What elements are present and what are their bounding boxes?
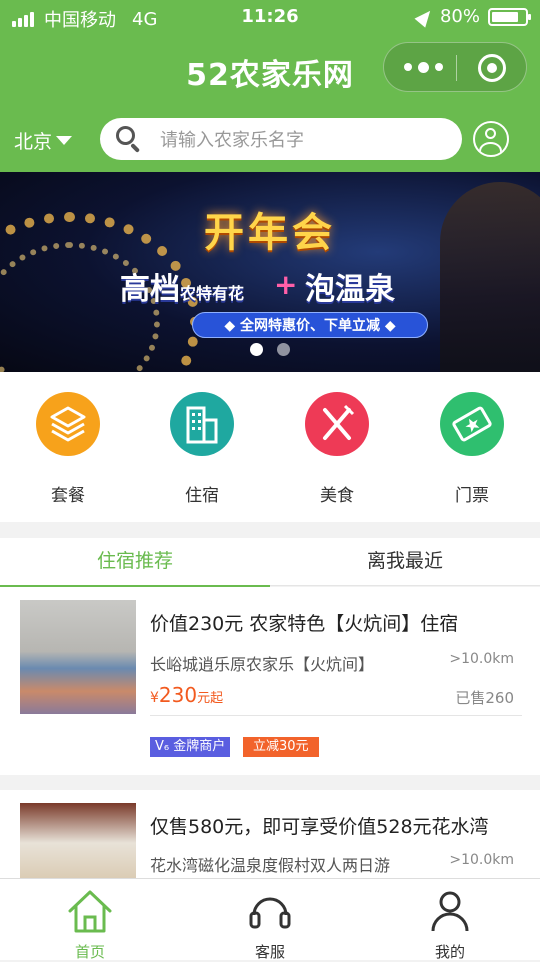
- capsule-divider: [456, 55, 457, 81]
- status-bar: 中国移动 4G 11:26 80%: [0, 5, 540, 32]
- category-label: 美食: [320, 486, 354, 506]
- category-food[interactable]: 美食: [287, 392, 387, 506]
- nav-label: 客服: [254, 943, 285, 961]
- listing-card[interactable]: 价值230元 农家特色【火炕间】住宿 长峪城逍乐原农家乐【火炕间】 >10.0k…: [0, 587, 540, 775]
- listing-title: 仅售580元，即可享受价值528元花水湾: [150, 816, 489, 838]
- discount-badge: 立减30元: [243, 737, 319, 757]
- search-icon: [114, 124, 144, 154]
- nav-label: 我的: [434, 943, 465, 961]
- banner-plus: +: [274, 268, 298, 301]
- ticket-icon: [440, 392, 504, 456]
- promo-banner[interactable]: 开年会 高档农特有花 + 泡温泉 ◆ 全网特惠价、下单立减 ◆: [0, 172, 540, 372]
- carousel-dot-active[interactable]: [250, 343, 263, 356]
- category-lodging[interactable]: 住宿: [152, 392, 252, 506]
- headset-icon: [249, 897, 291, 929]
- listing-title: 价值230元 农家特色【火炕间】住宿: [150, 613, 459, 635]
- gold-merchant-badge: V₆ 金牌商户: [150, 737, 231, 757]
- nav-service[interactable]: 客服: [220, 885, 320, 961]
- nav-label: 首页: [74, 943, 105, 961]
- layers-icon: [36, 392, 100, 456]
- chevron-down-icon: [56, 136, 73, 145]
- user-icon[interactable]: [473, 121, 509, 157]
- search-input[interactable]: 请输入农家乐名字: [160, 126, 304, 152]
- category-label: 套餐: [51, 486, 85, 506]
- category-grid: 套餐 住宿 美食 门票: [0, 372, 540, 522]
- category-package[interactable]: 套餐: [18, 392, 118, 506]
- tab-bar: 住宿推荐 离我最近: [0, 538, 540, 587]
- category-label: 门票: [455, 486, 489, 506]
- app-header: 中国移动 4G 11:26 80% 52农家乐网 北京 请输入农家乐名字: [0, 0, 540, 172]
- listing-thumbnail: [20, 600, 136, 714]
- tab-nearby[interactable]: 离我最近: [270, 538, 540, 586]
- location-arrow-icon: [414, 5, 436, 28]
- fork-knife-icon: [305, 392, 369, 456]
- battery-percent: 80%: [439, 6, 480, 27]
- tab-lodging-recommend[interactable]: 住宿推荐: [0, 538, 270, 587]
- close-target-icon[interactable]: [478, 54, 506, 82]
- category-ticket[interactable]: 门票: [422, 392, 522, 506]
- city-selector[interactable]: 北京: [14, 127, 73, 154]
- listing-subtitle: 长峪城逍乐原农家乐【火炕间】: [150, 655, 375, 674]
- banner-headline: 开年会: [204, 210, 336, 256]
- carousel-dot[interactable]: [277, 343, 290, 356]
- listing-card[interactable]: 仅售580元，即可享受价值528元花水湾 花水湾磁化温泉度假村双人两日游 >10…: [0, 790, 540, 880]
- listing-price: ¥230元起: [150, 683, 224, 707]
- search-bar[interactable]: 请输入农家乐名字: [100, 118, 462, 160]
- listing-distance: >10.0km: [449, 852, 514, 868]
- nav-home[interactable]: 首页: [40, 885, 140, 961]
- more-icon[interactable]: [404, 43, 443, 91]
- category-label: 住宿: [185, 486, 219, 506]
- home-icon: [68, 890, 112, 933]
- divider: [150, 715, 522, 716]
- listing-subtitle: 花水湾磁化温泉度假村双人两日游: [150, 856, 391, 875]
- listing-sold-count: 已售260: [455, 689, 514, 707]
- user-icon: [431, 891, 469, 932]
- banner-line-right: 泡温泉: [305, 272, 395, 307]
- banner-line-left: 高档农特有花: [120, 272, 245, 307]
- mini-program-capsule[interactable]: [383, 42, 527, 92]
- city-label: 北京: [14, 131, 53, 153]
- listing-thumbnail: [20, 803, 136, 880]
- building-icon: [170, 392, 234, 456]
- banner-pill: ◆ 全网特惠价、下单立减 ◆: [192, 312, 428, 338]
- bottom-nav: 首页 客服 我的: [0, 878, 540, 961]
- listing-distance: >10.0km: [449, 651, 514, 667]
- nav-mine[interactable]: 我的: [400, 885, 500, 961]
- battery-icon: [488, 7, 531, 26]
